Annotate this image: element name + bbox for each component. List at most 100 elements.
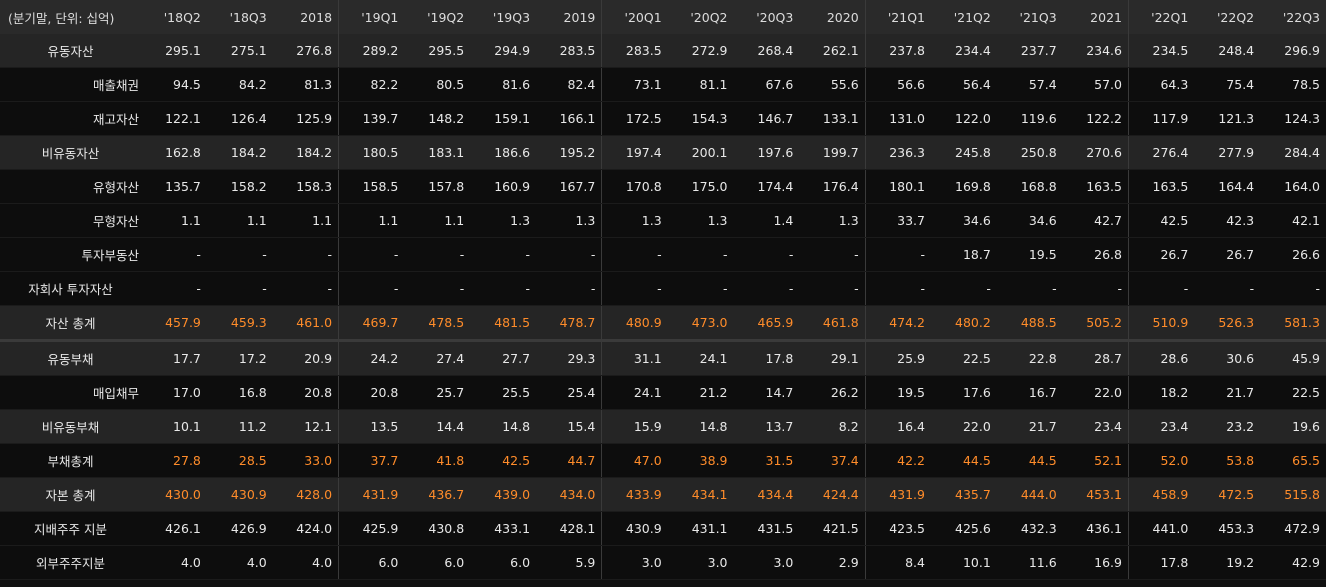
table-cell: 1.4	[733, 203, 800, 238]
table-cell: -	[864, 237, 931, 272]
table-cell: 84.2	[206, 67, 273, 102]
table-cell: 42.7	[1062, 203, 1129, 238]
table-cell: 13.5	[338, 409, 405, 444]
table-cell: 3.0	[733, 545, 800, 580]
table-cell: 180.5	[338, 135, 405, 170]
table-cell: 296.9	[1260, 34, 1326, 68]
table-cell: 44.5	[996, 443, 1063, 478]
table-row: 외부주주지분 4.0 4.0 4.0 6.0 6.0 6.0 5.9 3.0 3.0 3.0 2.9 8…	[0, 545, 1326, 580]
table-cell: 430.9	[206, 477, 273, 512]
balance-sheet-table: (분기말, 단위: 십억) '18Q2'18Q3 2018'19Q1'19Q2'1…	[0, 0, 1326, 580]
table-cell: 13.7	[733, 409, 800, 444]
table-cell: 14.7	[733, 375, 800, 410]
table-cell: 481.5	[470, 305, 537, 341]
table-cell: 133.1	[799, 101, 866, 136]
table-cell: 283.5	[536, 34, 602, 68]
table-cell: 1.1	[272, 203, 339, 238]
table-cell: 433.9	[601, 477, 668, 512]
table-cell: 65.5	[1260, 443, 1326, 478]
column-header: '21Q1	[864, 0, 931, 34]
table-cell: 25.7	[404, 375, 471, 410]
table-cell: 5.9	[536, 545, 602, 580]
table-cell: 45.9	[1260, 339, 1326, 376]
table-cell: 6.0	[404, 545, 471, 580]
table-cell: 64.3	[1127, 67, 1195, 102]
table-cell: 436.7	[404, 477, 471, 512]
table-cell: 4.0	[141, 545, 207, 580]
table-cell: 22.5	[931, 339, 997, 376]
table-cell: 24.1	[601, 375, 668, 410]
row-label: 무형자산	[0, 203, 142, 238]
column-header: '20Q1	[601, 0, 668, 34]
table-cell: -	[601, 271, 668, 306]
table-cell: 234.5	[1127, 34, 1195, 68]
table-cell: -	[799, 271, 866, 306]
table-cell: 16.8	[206, 375, 273, 410]
table-cell: 33.7	[864, 203, 931, 238]
table-row: 자본 총계 430.0 430.9 428.0 431.9 436.7 439.0 434.0…	[0, 477, 1326, 512]
table-cell: 526.3	[1194, 305, 1261, 341]
table-cell: 121.3	[1194, 101, 1261, 136]
table-cell: 295.1	[141, 34, 207, 68]
table-cell: 146.7	[733, 101, 800, 136]
table-cell: 28.7	[1062, 339, 1129, 376]
column-header: 2018	[272, 0, 339, 34]
row-label-text: 유형자산	[93, 180, 140, 195]
table-cell: -	[206, 271, 273, 306]
table-cell: 458.9	[1127, 477, 1195, 512]
column-header: '21Q2	[931, 0, 997, 34]
table-cell: 439.0	[470, 477, 537, 512]
column-header: '22Q3	[1260, 0, 1326, 34]
table-cell: 424.4	[799, 477, 866, 512]
table-cell: 82.4	[536, 67, 602, 102]
row-label: 매입채무	[0, 375, 142, 410]
table-cell: 425.9	[338, 511, 405, 546]
column-header: '18Q3	[206, 0, 273, 34]
table-row: 유동부채 17.7 17.2 20.9 24.2 27.4 27.7 29.3 31.1 24.1…	[0, 339, 1326, 376]
table-cell: 3.0	[667, 545, 734, 580]
table-cell: 472.5	[1194, 477, 1261, 512]
table-cell: 295.5	[404, 34, 471, 68]
table-cell: 21.2	[667, 375, 734, 410]
table-cell: 122.0	[931, 101, 997, 136]
table-cell: 34.6	[996, 203, 1063, 238]
table-cell: -	[272, 237, 339, 272]
table-cell: 22.5	[1260, 375, 1326, 410]
table-cell: 25.9	[864, 339, 931, 376]
table-cell: -	[141, 237, 207, 272]
table-cell: 81.1	[667, 67, 734, 102]
table-cell: 125.9	[272, 101, 339, 136]
row-label-text: 매입채무	[93, 386, 140, 401]
table-cell: -	[667, 271, 734, 306]
table-cell: 8.2	[799, 409, 866, 444]
table-cell: 78.5	[1260, 67, 1326, 102]
table-cell: 22.0	[1062, 375, 1129, 410]
table-cell: 200.1	[667, 135, 734, 170]
row-label-text: 부채총계	[47, 454, 94, 469]
table-cell: -	[470, 237, 537, 272]
column-header: '19Q2	[404, 0, 471, 34]
table-cell: 53.8	[1194, 443, 1261, 478]
row-label: 투자부동산	[0, 237, 142, 272]
table-cell: 425.6	[931, 511, 997, 546]
row-label-text: 자산 총계	[45, 316, 96, 331]
table-cell: 26.6	[1260, 237, 1326, 272]
row-label: 자회사 투자자산	[0, 271, 142, 306]
table-row: 지배주주 지분 426.1 426.9 424.0 425.9 430.8 433.1 428…	[0, 511, 1326, 546]
table-cell: 15.4	[536, 409, 602, 444]
table-cell: 457.9	[141, 305, 207, 341]
table-cell: 245.8	[931, 135, 997, 170]
table-cell: -	[338, 271, 405, 306]
table-row: 자회사 투자자산 - - - - - - - - - - - - - - - - - -	[0, 271, 1326, 306]
table-cell: 180.1	[864, 169, 931, 204]
row-label-text: 재고자산	[93, 112, 140, 127]
table-cell: 432.3	[996, 511, 1063, 546]
table-cell: 81.3	[272, 67, 339, 102]
table-cell: 459.3	[206, 305, 273, 341]
table-cell: -	[667, 237, 734, 272]
table-cell: 158.5	[338, 169, 405, 204]
table-cell: 262.1	[799, 34, 866, 68]
table-cell: 158.3	[272, 169, 339, 204]
table-cell: 488.5	[996, 305, 1063, 341]
table-cell: 160.9	[470, 169, 537, 204]
